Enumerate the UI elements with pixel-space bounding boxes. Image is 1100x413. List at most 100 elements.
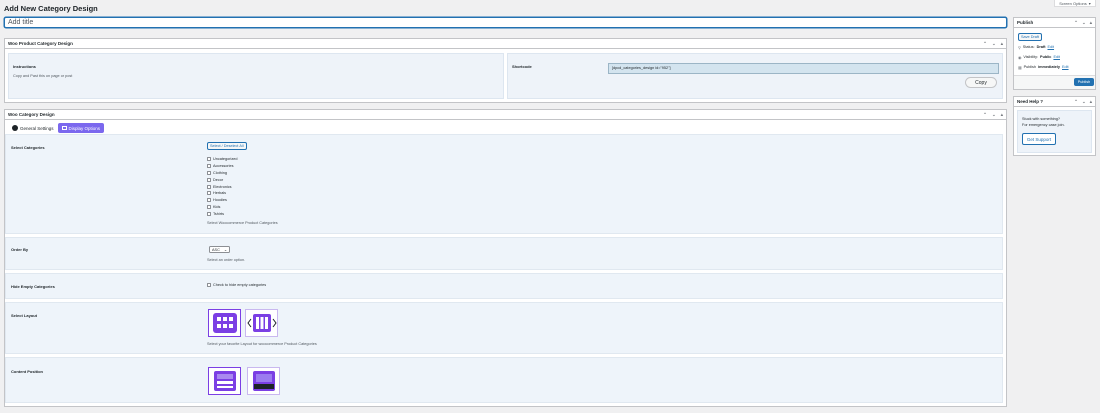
select-deselect-all-button[interactable]: Select / Deselect All	[207, 142, 247, 150]
checkbox[interactable]	[207, 198, 211, 203]
content-below-icon	[213, 371, 236, 391]
instructions-text: Copy and Past this on page or post	[13, 74, 73, 78]
category-item[interactable]: Uncategorized	[207, 156, 237, 163]
checkbox[interactable]	[207, 177, 211, 182]
content-below-option[interactable]	[208, 367, 241, 395]
tab-general-settings[interactable]: General Settings	[8, 123, 58, 133]
tab-display-options[interactable]: Display Options	[57, 123, 105, 133]
visibility-edit-link[interactable]: Edit	[1053, 55, 1060, 60]
help-box-title: Need Help ?	[1017, 99, 1044, 104]
box-header: Woo Product Category Design ⌃ ⌄ ▴	[5, 39, 1006, 49]
publish-box-title: Publish	[1017, 20, 1034, 25]
category-label: Accessories	[213, 164, 234, 169]
page-title: Add New Category Design	[4, 4, 98, 13]
publish-box: Publish ⌃ ⌄ ▴ Save Draft ⚲ Status: Draft…	[1013, 17, 1096, 90]
category-item[interactable]: Clothing	[207, 170, 237, 177]
category-item[interactable]: Decor	[207, 176, 237, 183]
chevron-down-icon[interactable]: ⌄	[992, 41, 996, 47]
category-item[interactable]: Electronics	[207, 183, 237, 190]
publish-date-row: ▦ Publish immediately Edit	[1018, 65, 1069, 70]
chevron-up-icon[interactable]: ⌃	[983, 112, 987, 118]
category-item[interactable]: Hoodies	[207, 197, 237, 204]
publish-date-edit-link[interactable]: Edit	[1062, 65, 1069, 70]
category-item[interactable]: Tshirts	[207, 210, 237, 217]
hide-empty-checkbox-label: Check to hide empty categories	[213, 283, 267, 288]
publish-button[interactable]: Publish	[1074, 78, 1094, 86]
collapse-triangle-icon[interactable]: ▴	[1090, 20, 1092, 26]
category-label: Electronics	[213, 184, 232, 189]
order-by-label: Order By	[11, 247, 29, 252]
category-label: Uncategorized	[213, 157, 238, 162]
checkbox[interactable]	[207, 283, 211, 288]
checkbox[interactable]	[207, 170, 211, 175]
shortcode-input[interactable]: [dpcd_categories_design id="952"]	[608, 63, 999, 74]
select-layout-help: Select your favorite Layout for woocomme…	[207, 342, 317, 346]
post-title-input[interactable]: Add title	[4, 17, 1007, 28]
content-overlay-icon	[252, 371, 275, 391]
checkbox[interactable]	[207, 157, 211, 162]
chevron-down-icon[interactable]: ⌄	[1082, 20, 1086, 26]
category-item[interactable]: Kids	[207, 204, 237, 211]
content-overlay-option[interactable]	[247, 367, 280, 395]
order-by-value: ASC	[212, 247, 220, 252]
chevron-up-icon[interactable]: ⌃	[983, 41, 987, 47]
pin-icon: ⚲	[1018, 46, 1021, 50]
order-by-section: Order By ASC ⌄ Select an order option.	[5, 237, 1003, 270]
tab-label: Display Options	[68, 125, 101, 131]
category-label: Decor	[213, 177, 224, 182]
grid-layout-icon	[212, 313, 237, 333]
category-item[interactable]: Accessories	[207, 163, 237, 170]
visibility-row: ◉ Visibility: Public Edit	[1018, 55, 1060, 60]
collapse-triangle-icon[interactable]: ▴	[1090, 99, 1092, 105]
carousel-layout-option[interactable]	[245, 309, 278, 337]
chevron-up-icon[interactable]: ⌃	[1074, 99, 1078, 105]
checkbox[interactable]	[207, 164, 211, 169]
box-header: Publish ⌃ ⌄ ▴	[1014, 18, 1095, 28]
calendar-icon: ▦	[1018, 66, 1022, 70]
screen-options-label: Screen Options	[1059, 0, 1087, 6]
copy-button[interactable]: Copy	[965, 77, 997, 88]
checkbox[interactable]	[207, 184, 211, 189]
chevron-down-icon[interactable]: ⌄	[1082, 99, 1086, 105]
order-by-select[interactable]: ASC ⌄	[209, 246, 230, 253]
checkbox[interactable]	[207, 211, 211, 216]
collapse-triangle-icon[interactable]: ▴	[1001, 41, 1003, 47]
grid-layout-option[interactable]	[208, 309, 241, 337]
box-header: Need Help ? ⌃ ⌄ ▴	[1014, 97, 1095, 107]
box-header: Woo Category Design ⌃ ⌄ ▴	[5, 110, 1006, 120]
category-label: Tshirts	[213, 211, 224, 216]
screen-options-button[interactable]: Screen Options ▾	[1054, 0, 1096, 7]
need-help-box: Need Help ? ⌃ ⌄ ▴ Stuck with something? …	[1013, 96, 1096, 156]
status-value: Draft	[1036, 45, 1046, 49]
category-label: Herbals	[213, 191, 227, 196]
visibility-label: Visibility:	[1023, 55, 1039, 59]
help-line-2: For emergency case join.	[1022, 123, 1065, 127]
select-layout-section: Select Layout Select your favorite Layou…	[5, 302, 1003, 354]
content-position-section: Content Position	[5, 357, 1003, 403]
category-item[interactable]: Herbals	[207, 190, 237, 197]
order-by-help: Select an order option.	[207, 258, 246, 262]
collapse-triangle-icon[interactable]: ▴	[1001, 112, 1003, 118]
chevron-down-icon[interactable]: ⌄	[992, 112, 996, 118]
chevron-up-icon[interactable]: ⌃	[1074, 20, 1078, 26]
shortcode-panel: Shortcode [dpcd_categories_design id="95…	[507, 53, 1003, 99]
select-categories-help: Select Woocommerce Product Categories	[207, 221, 278, 225]
content-position-label: Content Position	[11, 369, 43, 374]
checkbox[interactable]	[207, 204, 211, 209]
tab-label: General Settings	[20, 125, 54, 131]
save-draft-button[interactable]: Save Draft	[1018, 33, 1042, 41]
instructions-panel: Instructions Copy and Past this on page …	[8, 53, 504, 99]
status-edit-link[interactable]: Edit	[1047, 45, 1054, 50]
hide-empty-option[interactable]: Check to hide empty categories	[207, 282, 266, 289]
category-label: Clothing	[213, 170, 227, 175]
get-support-button[interactable]: Get Support	[1022, 133, 1056, 145]
box-title: Woo Category Design	[8, 112, 55, 117]
category-label: Hoodies	[213, 198, 227, 203]
chevron-down-icon: ⌄	[223, 248, 227, 252]
display-icon	[61, 126, 67, 130]
category-list: Uncategorized Accessories Clothing Decor…	[207, 156, 237, 217]
checkbox[interactable]	[207, 191, 211, 196]
publish-date-label: Publish	[1023, 65, 1037, 69]
select-layout-label: Select Layout	[11, 313, 38, 318]
status-row: ⚲ Status: Draft Edit	[1018, 45, 1054, 50]
